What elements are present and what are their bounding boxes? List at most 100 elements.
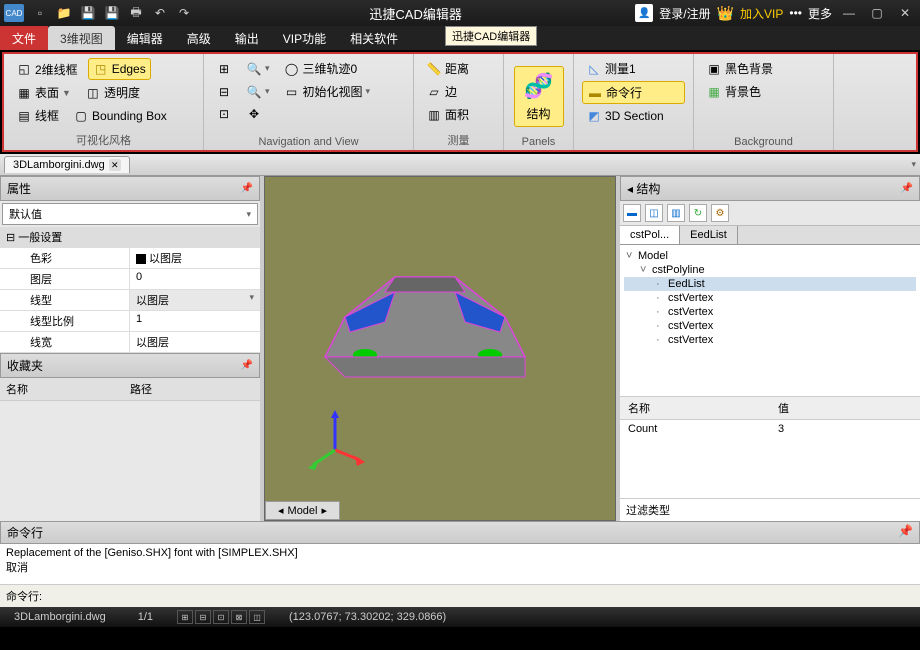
tab-vip[interactable]: VIP功能: [271, 26, 338, 50]
group-label-nav: Navigation and View: [212, 134, 405, 148]
more-dots: •••: [789, 6, 802, 20]
group-label-panels2: [582, 134, 685, 148]
structure-button[interactable]: 🧬 结构: [514, 66, 564, 127]
tree-node-vertex[interactable]: ·cstVertex: [624, 291, 916, 305]
axis-gizmo: [305, 410, 365, 470]
print-icon[interactable]: 🖶: [126, 3, 146, 23]
close-tab-icon[interactable]: ✕: [109, 159, 121, 171]
tab-output[interactable]: 输出: [223, 26, 271, 50]
props-combo[interactable]: 默认值▾: [2, 203, 258, 225]
minimize-button[interactable]: —: [838, 4, 860, 22]
area-icon: ▥: [426, 107, 442, 123]
linetype-label: 线型: [0, 290, 130, 310]
bbox-button[interactable]: ▢Bounding Box: [69, 106, 171, 126]
nav-icon-3[interactable]: ⊡: [212, 104, 236, 124]
model-tab[interactable]: ◂ Model ▸: [265, 501, 340, 520]
pin-icon-4[interactable]: 📌: [898, 524, 913, 541]
init-icon: ▭: [284, 84, 300, 100]
pin-icon-2[interactable]: 📌: [241, 360, 253, 371]
struct-tool-5[interactable]: ⚙: [711, 204, 729, 222]
close-button[interactable]: ✕: [894, 4, 916, 22]
black-bg-button[interactable]: ▣黑色背景: [702, 58, 825, 79]
redo-icon[interactable]: ↷: [174, 3, 194, 23]
saveas-icon[interactable]: 💾: [102, 3, 122, 23]
user-icon[interactable]: 👤: [635, 4, 653, 22]
wireframe-button[interactable]: ▤线框: [12, 105, 63, 126]
color-value[interactable]: 以图层: [130, 248, 260, 268]
tooltip: 迅捷CAD编辑器: [445, 26, 537, 46]
nav-icon-2[interactable]: ⊟: [212, 82, 236, 102]
transparency-icon: ◫: [85, 85, 101, 101]
edges-icon: ◳: [93, 61, 109, 77]
app-logo: CAD: [4, 4, 24, 22]
general-label: 一般设置: [18, 232, 62, 244]
nav-icon-1[interactable]: ⊞: [212, 59, 236, 79]
tab-advanced[interactable]: 高级: [175, 26, 223, 50]
surface-icon: ▦: [16, 85, 32, 101]
edge-button[interactable]: ▱边: [422, 81, 495, 102]
tree-node-eedlist[interactable]: ·EedList: [624, 277, 916, 291]
struct-header: ◂ 结构📌: [620, 176, 920, 201]
fav-name-col: 名称: [6, 381, 130, 397]
maximize-button[interactable]: ▢: [866, 4, 888, 22]
undo-icon[interactable]: ↶: [150, 3, 170, 23]
save-icon[interactable]: 💾: [78, 3, 98, 23]
ltscale-label: 线型比例: [0, 311, 130, 331]
measure1-icon: ◺: [586, 61, 602, 77]
ruler-icon: 📏: [426, 61, 442, 77]
document-tab[interactable]: 3DLamborgini.dwg ✕: [4, 156, 130, 173]
init-view-button[interactable]: ▭初始化视图▾: [280, 81, 375, 102]
struct-tool-2[interactable]: ◫: [645, 204, 663, 222]
struct-tool-4[interactable]: ↻: [689, 204, 707, 222]
struct-tab-eedlist[interactable]: EedList: [680, 226, 738, 244]
orbit-icon: ◯: [284, 61, 300, 77]
cube-icon: ◱: [16, 61, 32, 77]
vip-link[interactable]: 加入VIP: [740, 5, 783, 22]
zoom-in-icon[interactable]: 🔍▾: [242, 59, 274, 79]
struct-tool-3[interactable]: ▥: [667, 204, 685, 222]
section3d-button[interactable]: ◩3D Section: [582, 106, 685, 126]
measure1-button[interactable]: ◺测量1: [582, 58, 685, 79]
track3d-button[interactable]: ◯三维轨迹0: [280, 58, 362, 79]
cmd-input[interactable]: 命令行:: [0, 584, 920, 607]
pan-icon[interactable]: ✥: [242, 104, 266, 124]
tab-editor[interactable]: 编辑器: [115, 26, 175, 50]
new-icon[interactable]: ▫: [30, 3, 50, 23]
edges-button[interactable]: ◳Edges: [88, 58, 151, 80]
surface-button[interactable]: ▦表面▼: [12, 82, 75, 103]
status-toggles[interactable]: ⊞⊟⊡⊠◫: [177, 610, 265, 624]
tab-related[interactable]: 相关软件: [338, 26, 410, 50]
group-label-bg: Background: [702, 134, 825, 148]
zoom-out-icon[interactable]: 🔍▾: [242, 82, 274, 102]
pin-icon[interactable]: 📌: [241, 183, 253, 194]
distance-button[interactable]: 📏距离: [422, 58, 495, 79]
tab-3dview[interactable]: 3维视图: [48, 26, 115, 50]
layer-value[interactable]: 0: [130, 269, 260, 289]
ltscale-value[interactable]: 1: [130, 311, 260, 331]
wireframe2-button[interactable]: ◱2维线框: [12, 59, 82, 80]
struct-tab-cstpol[interactable]: cstPol...: [620, 226, 680, 244]
login-link[interactable]: 登录/注册: [659, 5, 710, 22]
tree-node-vertex[interactable]: ·cstVertex: [624, 305, 916, 319]
struct-tool-1[interactable]: ▬: [623, 204, 641, 222]
open-icon[interactable]: 📁: [54, 3, 74, 23]
blackbg-icon: ▣: [706, 61, 722, 77]
transparency-button[interactable]: ◫透明度: [81, 82, 144, 103]
linetype-value[interactable]: 以图层▾: [130, 290, 260, 310]
filter-type[interactable]: 过滤类型: [620, 498, 920, 521]
cmdline-button[interactable]: ▬命令行: [582, 81, 685, 104]
tree-node-vertex[interactable]: ·cstVertex: [624, 333, 916, 347]
group-label-measure: 测量: [422, 130, 495, 148]
more-link[interactable]: 更多: [808, 5, 832, 22]
tab-file[interactable]: 文件: [0, 26, 48, 50]
area-button[interactable]: ▥面积: [422, 104, 495, 125]
tree-node-vertex[interactable]: ·cstVertex: [624, 319, 916, 333]
structure-tree[interactable]: ˅Model ˅cstPolyline ·EedList ·cstVertex …: [620, 245, 920, 396]
favorites-header: 收藏夹📌: [0, 353, 260, 378]
cmdline-icon: ▬: [587, 85, 603, 101]
doctab-dropdown[interactable]: ▾: [911, 159, 916, 170]
linewidth-value[interactable]: 以图层: [130, 332, 260, 352]
pin-icon-3[interactable]: 📌: [901, 183, 913, 194]
viewport-3d[interactable]: ◂ Model ▸: [264, 176, 616, 521]
bg-color-button[interactable]: ▦背景色: [702, 81, 825, 102]
